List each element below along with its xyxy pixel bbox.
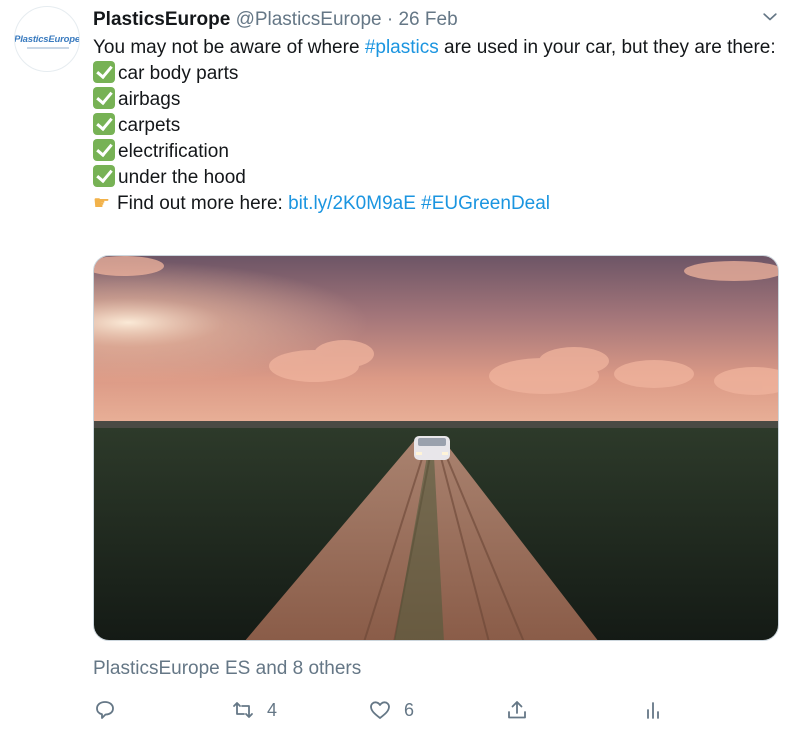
check-mark-icon [93, 87, 115, 109]
retweet-button[interactable]: 4 [231, 694, 277, 726]
list-item: under the hood [93, 165, 783, 191]
intro-text-end: are used in your car, but they are there… [438, 37, 776, 58]
pointing-hand-icon: ☛ [93, 193, 111, 214]
share-icon [508, 701, 526, 719]
list-item-text: car body parts [118, 63, 239, 84]
list-item-text: airbags [118, 89, 181, 110]
avatar[interactable]: PlasticsEurope [14, 6, 80, 72]
author-name[interactable]: PlasticsEurope [93, 9, 230, 30]
reply-icon [96, 701, 114, 719]
hashtag-plastics-link[interactable]: #plastics [365, 37, 439, 58]
list-item-text: electrification [118, 141, 229, 162]
list-item: car body parts [93, 61, 783, 87]
tweet-header: PlasticsEurope @PlasticsEurope · 26 Feb [93, 8, 458, 32]
check-mark-icon [93, 113, 115, 135]
tweet-image[interactable] [93, 255, 779, 641]
separator: · [386, 9, 394, 30]
like-button[interactable]: 6 [368, 694, 414, 726]
chevron-down-icon[interactable] [760, 7, 780, 27]
find-out-line: ☛ Find out more here: bit.ly/2K0M9aE #EUG… [93, 191, 783, 217]
share-button[interactable] [505, 694, 529, 726]
retweet-icon [233, 702, 253, 718]
reply-button[interactable] [93, 694, 117, 726]
check-mark-icon [93, 139, 115, 161]
intro-text: You may not be aware of where [93, 37, 365, 58]
liked-by-text[interactable]: PlasticsEurope ES and 8 others [93, 658, 361, 680]
list-item-text: under the hood [118, 167, 246, 188]
author-handle[interactable]: @PlasticsEurope [236, 9, 382, 30]
analytics-icon [647, 702, 659, 719]
list-item: carpets [93, 113, 783, 139]
retweet-count: 4 [267, 699, 278, 720]
tweet-actions: 4 6 [93, 694, 693, 726]
car-on-dirt-road-photo [94, 256, 778, 640]
find-out-text: Find out more here: [117, 193, 289, 214]
tweet-intro: You may not be aware of where #plastics … [93, 35, 783, 61]
tweet-text: You may not be aware of where #plastics … [93, 35, 783, 217]
list-item: electrification [93, 139, 783, 165]
check-mark-icon [93, 61, 115, 83]
avatar-logo-text: PlasticsEurope [14, 33, 80, 45]
list-item: airbags [93, 87, 783, 113]
hashtag-eugreendeal-link[interactable]: #EUGreenDeal [421, 193, 550, 214]
tweet-date[interactable]: 26 Feb [398, 9, 457, 30]
heart-icon [370, 701, 390, 719]
short-link[interactable]: bit.ly/2K0M9aE [288, 193, 416, 214]
analytics-button[interactable] [641, 694, 665, 726]
car [414, 436, 450, 460]
list-item-text: carpets [118, 115, 181, 136]
avatar-logo-underline [27, 47, 69, 49]
check-mark-icon [93, 165, 115, 187]
like-count: 6 [404, 699, 415, 720]
